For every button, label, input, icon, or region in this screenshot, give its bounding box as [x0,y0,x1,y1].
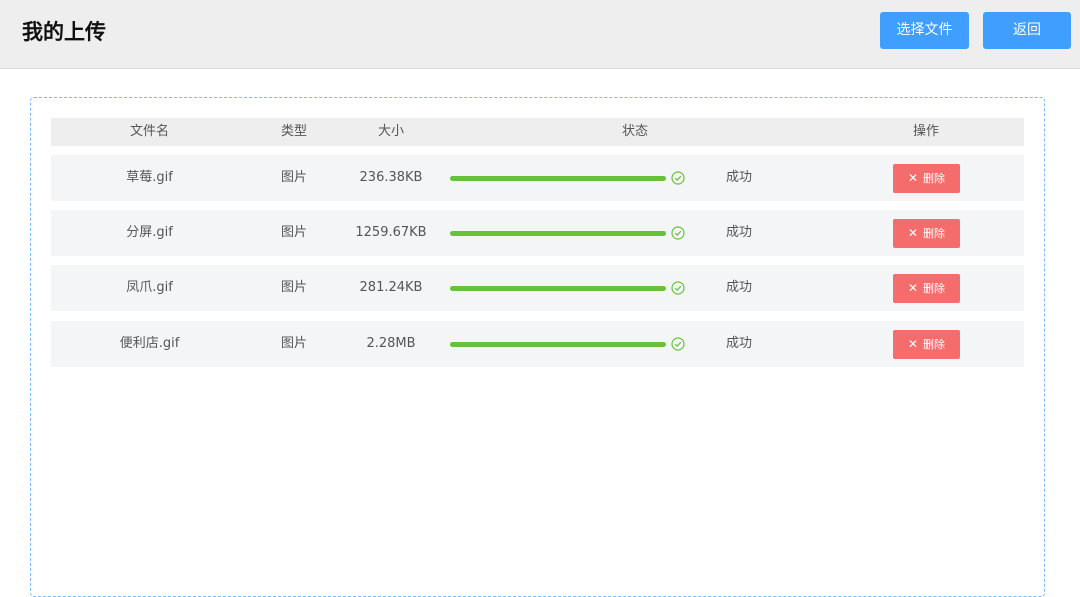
delete-label: 删除 [923,338,946,351]
progress-fill [450,176,666,181]
header-bar: 我的上传 选择文件 返回 [0,0,1080,69]
column-header-type: 类型 [280,124,307,139]
column-header-operation: 操作 [912,124,939,139]
table-row: 便利店.gif 图片 2.28MB 成功 ✕ 删除 [51,321,1024,367]
delete-label: 删除 [923,227,946,240]
delete-button[interactable]: ✕ 删除 [893,164,960,193]
upload-drop-area[interactable]: 文件名 类型 大小 状态 操作 草莓.gif 图片 236.38KB 成功 ✕ 删除 分屏.… [30,97,1045,597]
delete-button[interactable]: ✕ 删除 [893,330,960,359]
upload-status: 成功 [725,225,752,240]
page-title: 我的上传 [22,20,106,44]
file-type: 图片 [280,280,307,295]
file-name: 凤爪.gif [126,280,173,295]
upload-progress-bar [450,176,666,181]
close-icon: ✕ [907,226,919,240]
upload-status: 成功 [725,336,752,351]
file-size: 1259.67KB [355,225,427,240]
progress-fill [450,231,666,236]
upload-status: 成功 [725,170,752,185]
file-type: 图片 [280,336,307,351]
table-row: 草莓.gif 图片 236.38KB 成功 ✕ 删除 [51,155,1024,201]
table-row: 凤爪.gif 图片 281.24KB 成功 ✕ 删除 [51,265,1024,311]
column-header-size: 大小 [377,124,404,139]
progress-fill [450,342,666,347]
file-name: 草莓.gif [126,170,173,185]
close-icon: ✕ [907,171,919,185]
file-name: 便利店.gif [119,336,180,351]
upload-progress-bar [450,342,666,347]
close-icon: ✕ [907,281,919,295]
file-size: 281.24KB [359,280,423,295]
back-button[interactable]: 返回 [983,12,1071,49]
select-file-button[interactable]: 选择文件 [880,12,969,49]
progress-fill [450,286,666,291]
delete-button[interactable]: ✕ 删除 [893,274,960,303]
check-circle-icon [671,171,685,185]
file-size: 236.38KB [359,170,423,185]
file-type: 图片 [280,170,307,185]
column-header-status: 状态 [621,124,648,139]
check-circle-icon [671,281,685,295]
upload-status: 成功 [725,280,752,295]
file-size: 2.28MB [366,336,416,351]
file-name: 分屏.gif [126,225,173,240]
check-circle-icon [671,226,685,240]
delete-label: 删除 [923,172,946,185]
table-row: 分屏.gif 图片 1259.67KB 成功 ✕ 删除 [51,210,1024,256]
delete-button[interactable]: ✕ 删除 [893,219,960,248]
column-header-name: 文件名 [129,124,169,139]
check-circle-icon [671,337,685,351]
upload-progress-bar [450,231,666,236]
upload-progress-bar [450,286,666,291]
table-header: 文件名 类型 大小 状态 操作 [51,118,1024,146]
close-icon: ✕ [907,337,919,351]
file-type: 图片 [280,225,307,240]
delete-label: 删除 [923,282,946,295]
